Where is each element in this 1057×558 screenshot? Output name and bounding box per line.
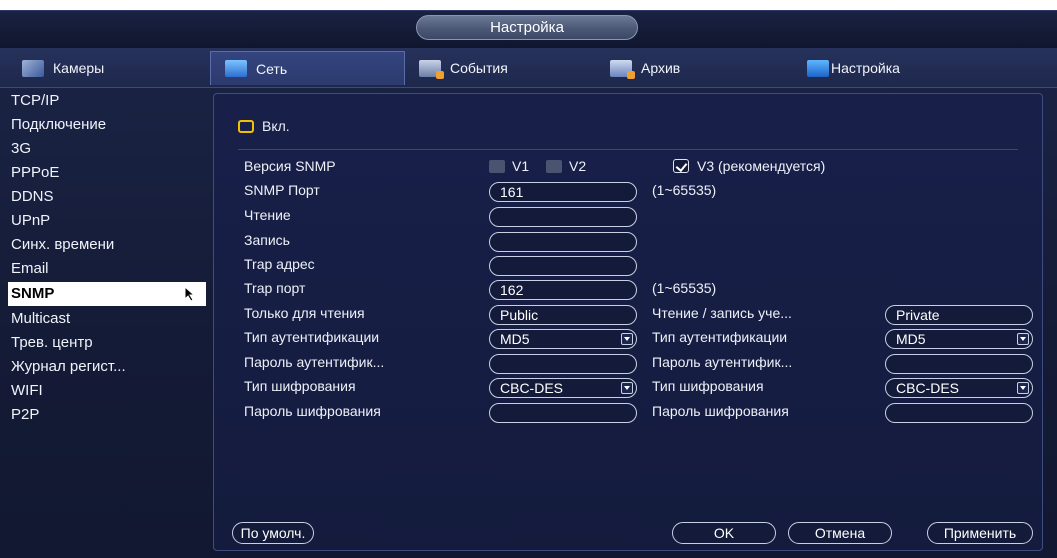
- auth-password-input-right[interactable]: [885, 354, 1033, 374]
- sidebar-item-multicast[interactable]: Multicast: [8, 307, 206, 331]
- encryption-type-value: CBC-DES: [500, 380, 564, 396]
- auth-password-input[interactable]: [489, 354, 637, 374]
- sidebar-item-upnp[interactable]: UPnP: [8, 209, 206, 233]
- encryption-password-input[interactable]: [489, 403, 637, 423]
- ok-button[interactable]: OK: [672, 522, 776, 544]
- auth-type-value-right: MD5: [896, 331, 926, 347]
- events-icon: [419, 59, 444, 79]
- sidebar-item-ddns[interactable]: DDNS: [8, 185, 206, 209]
- mouse-cursor-icon: [184, 286, 196, 302]
- sidebar-item-3g[interactable]: 3G: [8, 137, 206, 161]
- sidebar-item-p2p[interactable]: P2P: [8, 403, 206, 427]
- default-button[interactable]: По умолч.: [232, 522, 314, 544]
- apply-button[interactable]: Применить: [927, 522, 1033, 544]
- auth-type-label: Тип аутентификации: [244, 329, 380, 345]
- settings-icon: [807, 59, 829, 77]
- read-community-label: Чтение: [244, 207, 291, 223]
- auth-type-label-right: Тип аутентификации: [652, 329, 788, 345]
- sidebar-item-wifi[interactable]: WIFI: [8, 379, 206, 403]
- snmp-port-range: (1~65535): [652, 182, 717, 198]
- snmp-version-label: Версия SNMP: [244, 158, 336, 174]
- read-write-input[interactable]: Private: [885, 305, 1033, 325]
- encryption-password-label-right: Пароль шифрования: [652, 403, 789, 419]
- sidebar-item-tcpip[interactable]: TCP/IP: [8, 89, 206, 113]
- write-community-input[interactable]: [489, 232, 637, 252]
- v2-label: V2: [569, 158, 587, 174]
- camera-icon: [22, 59, 44, 77]
- encryption-type-value-right: CBC-DES: [896, 380, 960, 396]
- auth-type-select-right[interactable]: MD5: [885, 329, 1033, 349]
- encryption-type-select-right[interactable]: CBC-DES: [885, 378, 1033, 398]
- snmp-settings-panel: Вкл. Версия SNMP V1 V2 V3 (рекомендуется…: [213, 93, 1043, 551]
- network-icon: [225, 60, 247, 77]
- chevron-down-icon[interactable]: [621, 382, 633, 394]
- trap-port-range: (1~65535): [652, 280, 717, 296]
- sidebar-item-register-log[interactable]: Журнал регист...: [8, 355, 206, 379]
- sidebar-item-connection[interactable]: Подключение: [8, 113, 206, 137]
- title-bar: Настройка: [0, 11, 1057, 48]
- encryption-type-label: Тип шифрования: [244, 378, 356, 394]
- sidebar-item-email[interactable]: Email: [8, 257, 206, 281]
- archive-icon: [610, 59, 635, 79]
- tab-events[interactable]: События: [405, 51, 585, 85]
- trap-port-input[interactable]: 162: [489, 280, 637, 300]
- auth-type-value: MD5: [500, 331, 530, 347]
- tab-settings-label: Настройка: [831, 60, 900, 76]
- write-community-label: Запись: [244, 232, 290, 248]
- sidebar: TCP/IP Подключение 3G PPPoE DDNS UPnP Си…: [0, 89, 206, 558]
- snmp-port-label: SNMP Порт: [244, 182, 320, 198]
- v3-checkbox[interactable]: [673, 159, 689, 173]
- encryption-type-label-right: Тип шифрования: [652, 378, 764, 394]
- read-write-label: Чтение / запись уче...: [652, 305, 792, 321]
- tab-settings[interactable]: Настройка: [793, 51, 993, 85]
- v2-checkbox[interactable]: [546, 160, 562, 173]
- sidebar-item-snmp[interactable]: SNMP: [8, 282, 206, 306]
- main-tab-bar: Камеры Сеть События Архив Настройка: [0, 48, 1057, 88]
- tab-cameras[interactable]: Камеры: [8, 51, 198, 85]
- read-only-label: Только для чтения: [244, 305, 365, 321]
- v3-label: V3 (рекомендуется): [697, 158, 826, 174]
- snmp-port-input[interactable]: 161: [489, 182, 637, 202]
- tab-network[interactable]: Сеть: [210, 51, 405, 85]
- read-only-input[interactable]: Public: [489, 305, 637, 325]
- enable-checkbox[interactable]: [238, 120, 254, 133]
- encryption-password-label: Пароль шифрования: [244, 403, 381, 419]
- sidebar-item-snmp-label: SNMP: [11, 285, 55, 302]
- read-community-input[interactable]: [489, 207, 637, 227]
- settings-window: Настройка Камеры Сеть События Архив Наст…: [0, 10, 1057, 558]
- tab-archive-label: Архив: [641, 60, 681, 76]
- v1-label: V1: [512, 158, 530, 174]
- auth-password-label: Пароль аутентифик...: [244, 354, 385, 370]
- encryption-password-input-right[interactable]: [885, 403, 1033, 423]
- v1-checkbox[interactable]: [489, 160, 505, 173]
- encryption-type-select[interactable]: CBC-DES: [489, 378, 637, 398]
- sidebar-item-pppoe[interactable]: PPPoE: [8, 161, 206, 185]
- chevron-down-icon[interactable]: [1017, 382, 1029, 394]
- auth-password-label-right: Пароль аутентифик...: [652, 354, 793, 370]
- trap-port-label: Trap порт: [244, 280, 306, 296]
- tab-cameras-label: Камеры: [53, 60, 105, 76]
- enable-label: Вкл.: [262, 118, 290, 134]
- sidebar-item-time-sync[interactable]: Синх. времени: [8, 233, 206, 257]
- sidebar-item-alarm-center[interactable]: Трев. центр: [8, 331, 206, 355]
- window-title: Настройка: [416, 15, 638, 40]
- trap-address-input[interactable]: [489, 256, 637, 276]
- tab-archive[interactable]: Архив: [596, 51, 786, 85]
- divider: [238, 149, 1018, 150]
- chevron-down-icon[interactable]: [1017, 333, 1029, 345]
- auth-type-select[interactable]: MD5: [489, 329, 637, 349]
- chevron-down-icon[interactable]: [621, 333, 633, 345]
- cancel-button[interactable]: Отмена: [788, 522, 892, 544]
- trap-address-label: Trap адрес: [244, 256, 315, 272]
- tab-events-label: События: [450, 60, 508, 76]
- tab-network-label: Сеть: [256, 60, 288, 77]
